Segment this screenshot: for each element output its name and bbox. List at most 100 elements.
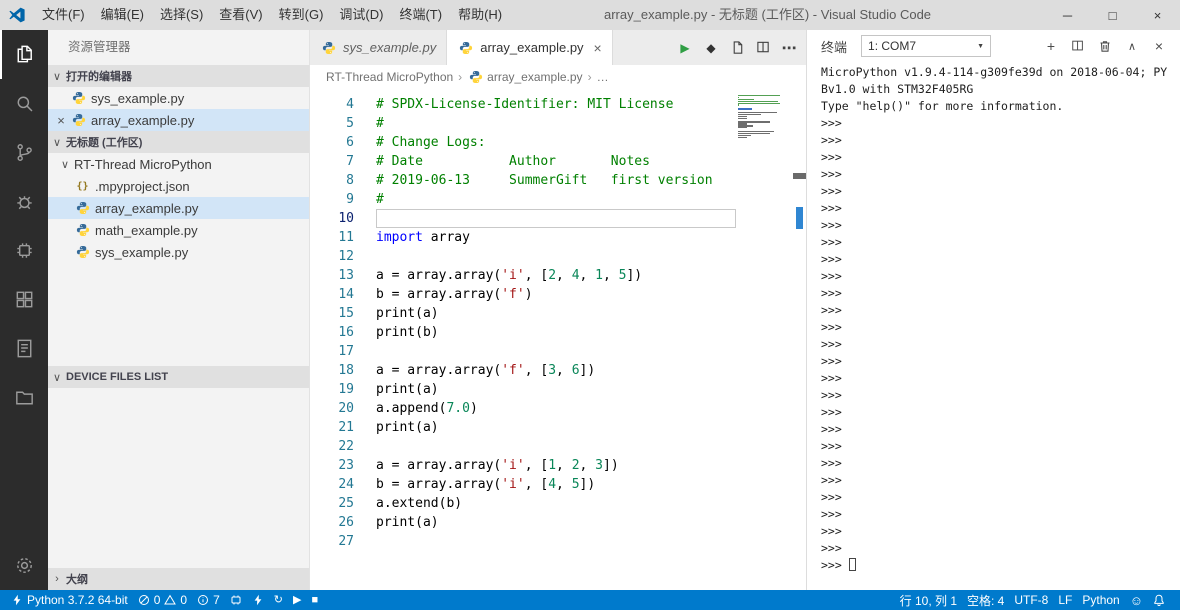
- line-number[interactable]: 26: [310, 513, 354, 532]
- file-item[interactable]: {} .mpyproject.json: [48, 175, 309, 197]
- line-number[interactable]: 10: [310, 209, 354, 228]
- line-number[interactable]: 18: [310, 361, 354, 380]
- settings-gear-icon[interactable]: [0, 541, 48, 590]
- notes-icon[interactable]: [0, 324, 48, 373]
- code-line[interactable]: a.extend(b): [376, 494, 736, 513]
- code-line[interactable]: print(a): [376, 513, 736, 532]
- breadcrumb-item[interactable]: …: [597, 70, 609, 84]
- board-button[interactable]: [225, 590, 247, 610]
- workspace-header[interactable]: ∨ 无标题 (工作区): [48, 131, 309, 153]
- source-control-icon[interactable]: [0, 128, 48, 177]
- line-number[interactable]: 13: [310, 266, 354, 285]
- interpreter-status[interactable]: Python 3.7.2 64-bit: [6, 590, 133, 610]
- line-number[interactable]: 25: [310, 494, 354, 513]
- line-number[interactable]: 17: [310, 342, 354, 361]
- line-number[interactable]: 23: [310, 456, 354, 475]
- open-file-icon[interactable]: [724, 30, 750, 65]
- tab-array-example[interactable]: array_example.py ×: [447, 30, 613, 65]
- code-line[interactable]: # SPDX-License-Identifier: MIT License: [376, 95, 736, 114]
- tab-sys-example[interactable]: sys_example.py: [310, 30, 448, 65]
- code-line[interactable]: import array: [376, 228, 736, 247]
- file-item[interactable]: sys_example.py: [48, 241, 309, 263]
- scrollbar-thumb[interactable]: [793, 173, 806, 179]
- open-editor-item[interactable]: × array_example.py: [48, 109, 309, 131]
- debug-icon[interactable]: [0, 177, 48, 226]
- code-line[interactable]: print(a): [376, 380, 736, 399]
- extensions-icon[interactable]: [0, 275, 48, 324]
- menu-item[interactable]: 选择(S): [152, 0, 211, 30]
- minimap[interactable]: [738, 95, 784, 140]
- line-number[interactable]: 6: [310, 133, 354, 152]
- terminal-select[interactable]: 1: COM7 ▼: [861, 35, 992, 57]
- code-line[interactable]: print(b): [376, 323, 736, 342]
- file-item[interactable]: math_example.py: [48, 219, 309, 241]
- code-line[interactable]: b = array.array('i', [4, 5]): [376, 475, 736, 494]
- indentation[interactable]: 空格: 4: [962, 590, 1009, 610]
- breadcrumb-item[interactable]: RT-Thread MicroPython: [326, 70, 453, 84]
- line-number[interactable]: 7: [310, 152, 354, 171]
- line-number[interactable]: 11: [310, 228, 354, 247]
- open-editors-header[interactable]: ∨ 打开的编辑器: [48, 65, 309, 87]
- flash-button[interactable]: [247, 590, 269, 610]
- line-number[interactable]: 12: [310, 247, 354, 266]
- split-terminal-icon[interactable]: [1067, 34, 1089, 58]
- device-files-header[interactable]: ∨ DEVICE FILES LIST: [48, 366, 309, 388]
- code-line[interactable]: [376, 209, 736, 228]
- info-status[interactable]: 7: [192, 590, 225, 610]
- line-number[interactable]: 16: [310, 323, 354, 342]
- line-number[interactable]: 21: [310, 418, 354, 437]
- line-number[interactable]: 4: [310, 95, 354, 114]
- line-number[interactable]: 20: [310, 399, 354, 418]
- line-number[interactable]: 19: [310, 380, 354, 399]
- project-icon[interactable]: [0, 373, 48, 422]
- code-line[interactable]: #: [376, 190, 736, 209]
- code-line[interactable]: # Date Author Notes: [376, 152, 736, 171]
- minimize-icon[interactable]: ─: [1045, 0, 1090, 30]
- code-line[interactable]: b = array.array('f'): [376, 285, 736, 304]
- menu-item[interactable]: 帮助(H): [450, 0, 510, 30]
- line-number[interactable]: 14: [310, 285, 354, 304]
- new-terminal-icon[interactable]: +: [1040, 34, 1062, 58]
- code-line[interactable]: a = array.array('f', [3, 6]): [376, 361, 736, 380]
- line-number[interactable]: 15: [310, 304, 354, 323]
- line-number[interactable]: 22: [310, 437, 354, 456]
- open-editor-item[interactable]: sys_example.py: [48, 87, 309, 109]
- overview-ruler[interactable]: [793, 95, 806, 590]
- outline-header[interactable]: › 大纲: [48, 568, 309, 590]
- code-line[interactable]: # 2019-06-13 SummerGift first version: [376, 171, 736, 190]
- menu-item[interactable]: 调试(D): [331, 0, 391, 30]
- file-item[interactable]: array_example.py: [48, 197, 309, 219]
- problems-status[interactable]: 0 0: [133, 590, 192, 610]
- menu-item[interactable]: 编辑(E): [93, 0, 152, 30]
- close-window-icon[interactable]: ×: [1135, 0, 1180, 30]
- line-number[interactable]: 27: [310, 532, 354, 551]
- menu-item[interactable]: 终端(T): [391, 0, 450, 30]
- line-number[interactable]: 5: [310, 114, 354, 133]
- menu-item[interactable]: 查看(V): [211, 0, 270, 30]
- sync-button[interactable]: ↻: [269, 590, 288, 610]
- code-line[interactable]: a.append(7.0): [376, 399, 736, 418]
- menu-item[interactable]: 转到(G): [271, 0, 332, 30]
- run-button[interactable]: ▶: [288, 590, 306, 610]
- notifications-button[interactable]: [1148, 590, 1170, 610]
- language-mode[interactable]: Python: [1077, 590, 1124, 610]
- code-line[interactable]: a = array.array('i', [2, 4, 1, 5]): [376, 266, 736, 285]
- cursor-position[interactable]: 行 10, 列 1: [895, 590, 962, 610]
- maximize-icon[interactable]: □: [1090, 0, 1135, 30]
- split-editor-icon[interactable]: [750, 30, 776, 65]
- code-line[interactable]: # Change Logs:: [376, 133, 736, 152]
- code-line[interactable]: print(a): [376, 304, 736, 323]
- download-icon[interactable]: ◆: [698, 30, 724, 65]
- eol[interactable]: LF: [1053, 590, 1077, 610]
- line-number[interactable]: 8: [310, 171, 354, 190]
- line-number[interactable]: 9: [310, 190, 354, 209]
- maximize-panel-icon[interactable]: ∧: [1121, 34, 1143, 58]
- code-line[interactable]: a = array.array('i', [1, 2, 3]): [376, 456, 736, 475]
- code-line[interactable]: [376, 437, 736, 456]
- code-line[interactable]: print(a): [376, 418, 736, 437]
- terminal-tab-label[interactable]: 终端: [821, 37, 847, 56]
- feedback-button[interactable]: ☺: [1125, 590, 1148, 610]
- code-line[interactable]: [376, 247, 736, 266]
- search-icon[interactable]: [0, 79, 48, 128]
- run-file-icon[interactable]: ▶: [672, 30, 698, 65]
